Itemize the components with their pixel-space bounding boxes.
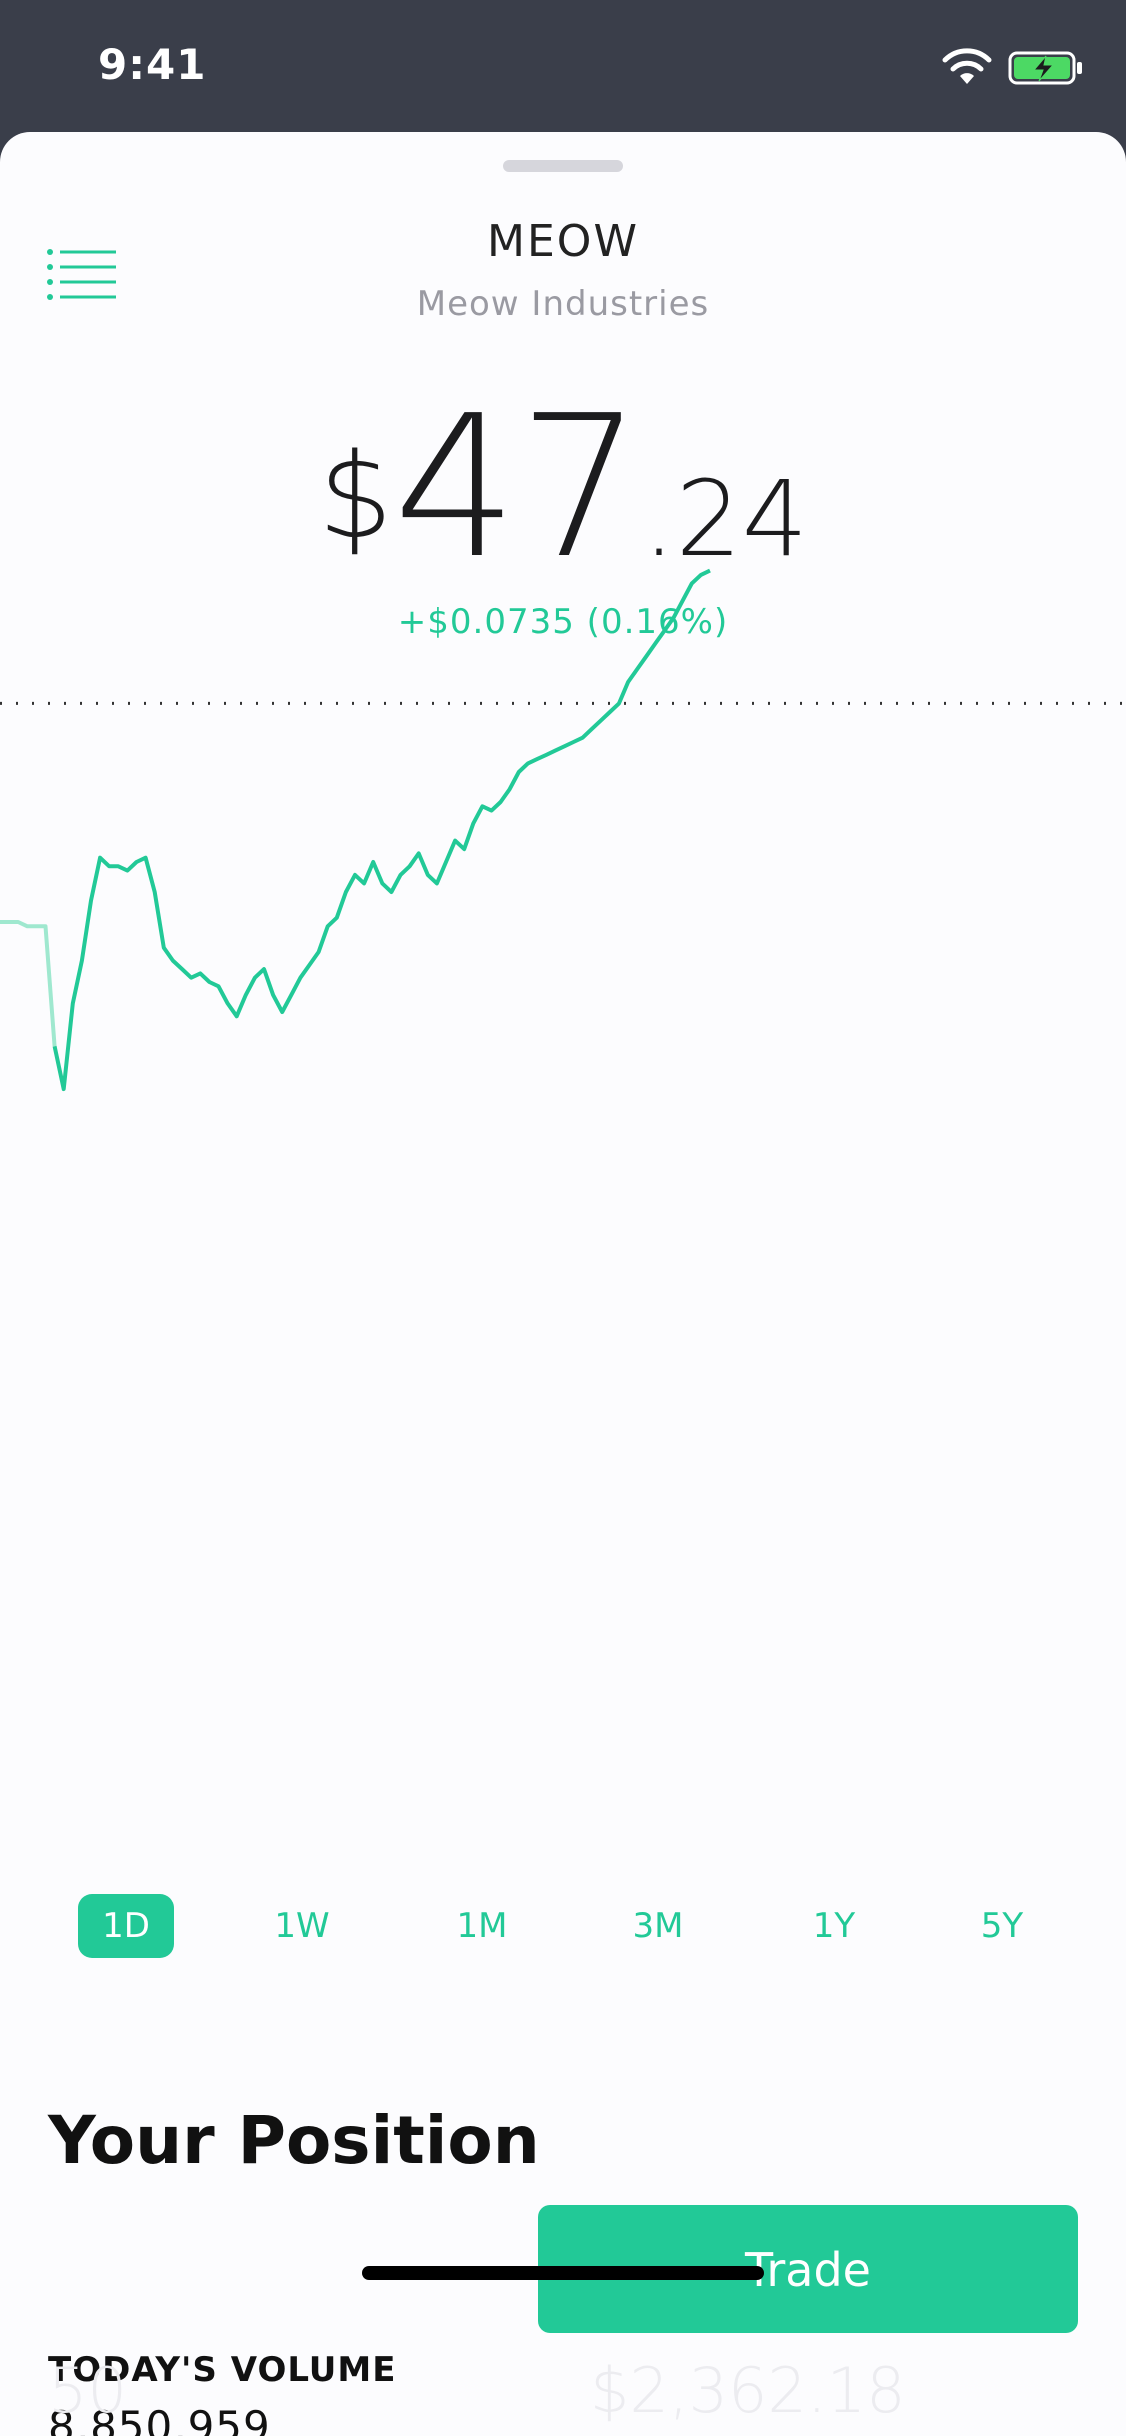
series-line-premarket: [0, 920, 57, 1047]
position-equity: $2,362.18: [590, 2354, 906, 2427]
price-whole: 47: [393, 374, 643, 602]
stock-price: $47.24: [0, 390, 1126, 586]
status-bar: 9:41: [0, 0, 1126, 132]
price-currency: $: [318, 427, 394, 565]
company-name: Meow Industries: [416, 284, 710, 324]
range-5y[interactable]: 5Y: [954, 1894, 1050, 1958]
time-range-selector: 1D 1W 1M 3M 1Y 5Y: [0, 1894, 1126, 1962]
range-1d[interactable]: 1D: [78, 1894, 174, 1958]
wifi-icon: [942, 48, 992, 84]
sheet-grabber[interactable]: [503, 160, 623, 172]
battery-charging-icon: [1008, 51, 1082, 85]
range-1y[interactable]: 1Y: [786, 1894, 882, 1958]
stock-detail-sheet: MEOW Meow Industries $47.24 +$0.0735 (0.…: [0, 132, 1126, 2436]
position-shares: 50: [48, 2354, 127, 2427]
series-line: [52, 568, 711, 1092]
range-1m[interactable]: 1M: [434, 1894, 530, 1958]
stock-symbol: MEOW: [487, 216, 639, 267]
your-position-heading: Your Position: [48, 2102, 540, 2179]
home-indicator: [362, 2266, 764, 2280]
price-cents: .24: [642, 458, 808, 580]
price-change: +$0.0735 (0.16%): [397, 602, 729, 642]
range-1w[interactable]: 1W: [254, 1894, 350, 1958]
range-3m[interactable]: 3M: [610, 1894, 706, 1958]
status-time: 9:41: [98, 40, 207, 89]
